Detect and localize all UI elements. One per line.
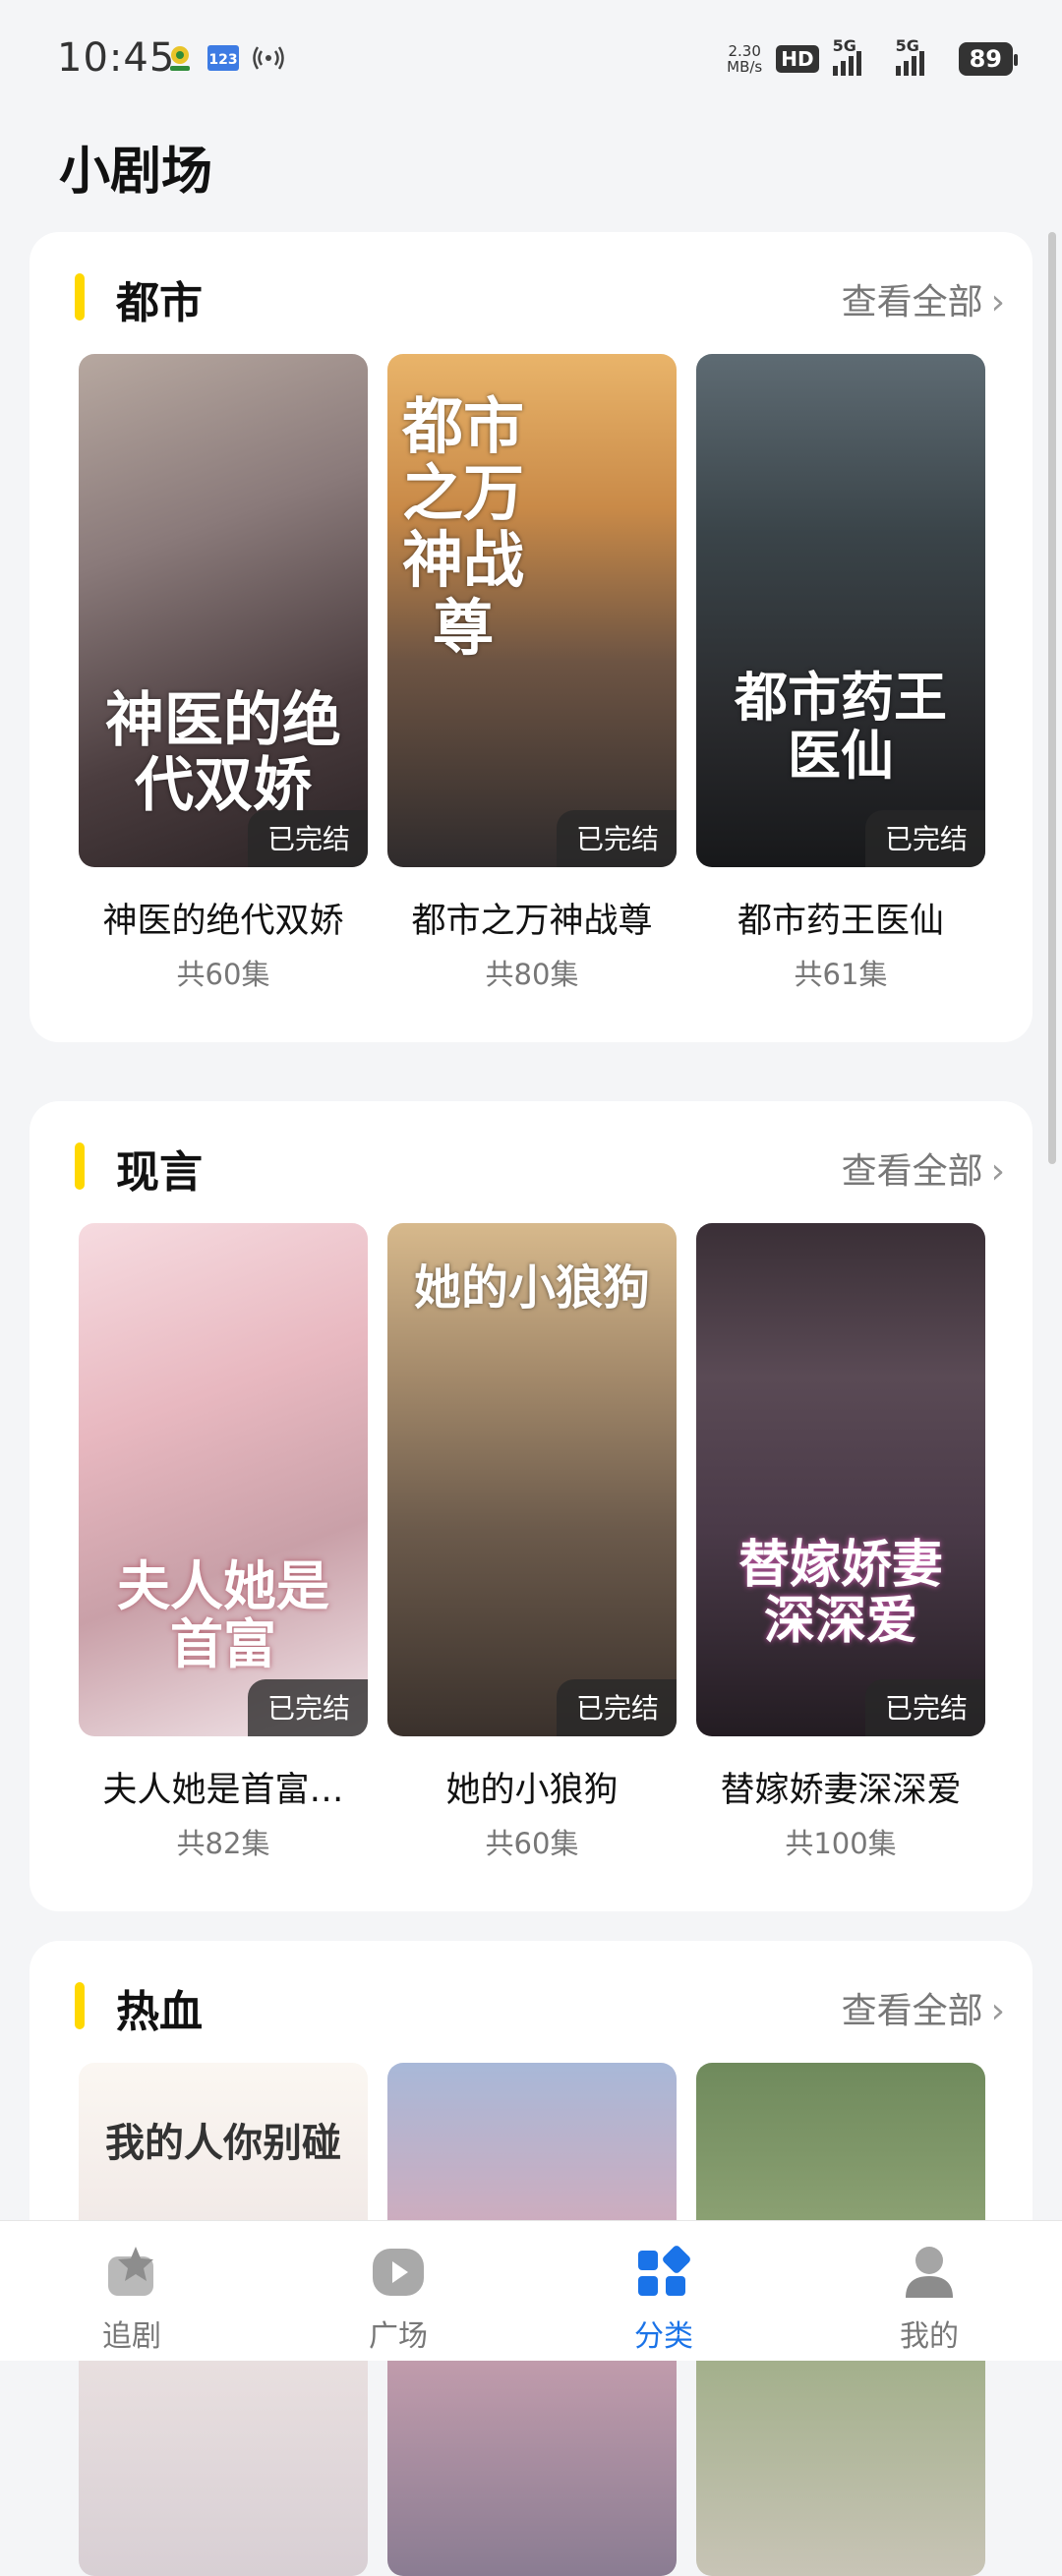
status-badge: 已完结 [864, 1679, 985, 1736]
episode-count: 共60集 [485, 1827, 579, 1860]
episode-count: 共61集 [794, 958, 888, 991]
page-title: 小剧场 [59, 143, 213, 202]
signal-1-label: 5G [832, 36, 856, 55]
drama-poster[interactable]: 替嫁娇妻深深爱 已完结 [696, 1223, 985, 1736]
chevron-right-icon: › [990, 1151, 1005, 1192]
hd-voice-badge: HD [776, 45, 819, 73]
tab-label: 追剧 [102, 2319, 161, 2354]
see-all-link[interactable]: 查看全部 › [842, 273, 1005, 324]
chevron-right-icon: › [990, 1991, 1005, 2031]
section-title: 热血 [116, 1987, 203, 2037]
see-all-label: 查看全部 [841, 282, 983, 322]
network-speed-unit: MB/s [727, 58, 763, 76]
status-bar: 10:45 123 2.30 MB/s HD 5G 5G 89 [0, 0, 1062, 118]
episode-count: 共82集 [176, 1827, 270, 1860]
tab-label: 广场 [369, 2319, 428, 2354]
section-card-xianyan: 现言 查看全部 › 夫人她是首富 已完结 夫人她是首富… 共82集 她的小狼狗 已… [30, 1101, 1032, 1911]
network-speed-value: 2.30 [728, 42, 761, 60]
drama-poster[interactable]: 都市之万神战尊 已完结 [387, 354, 677, 867]
chevron-right-icon: › [990, 282, 1005, 322]
drama-poster[interactable]: 神医的绝代双娇 已完结 [79, 354, 368, 867]
status-time: 10:45 [57, 35, 176, 81]
signal-strength-2-icon: 5G [895, 36, 945, 76]
keyboard-123-icon: 123 [207, 45, 239, 71]
poster-image [696, 1223, 985, 1736]
tab-zhuiju[interactable]: 追剧 [33, 2221, 230, 2361]
category-icon [638, 2246, 690, 2296]
episode-count: 共100集 [785, 1827, 897, 1860]
drama-title: 她的小狼狗 [445, 1771, 619, 1810]
scrollbar[interactable] [1048, 232, 1056, 1164]
section-header: 现言 查看全部 › [30, 1101, 1032, 1219]
status-badge: 已完结 [247, 1679, 368, 1736]
network-speed: 2.30 MB/s [727, 43, 762, 75]
status-badge: 已完结 [864, 810, 985, 867]
bottom-navigation: 追剧 广场 分类 我的 [0, 2220, 1062, 2361]
section-card-dushi: 都市 查看全部 › 神医的绝代双娇 已完结 神医的绝代双娇 共60集 都市之万神战… [30, 232, 1032, 1042]
poster-title-art: 神医的绝代双娇 [105, 686, 341, 820]
section-accent-bar [75, 1982, 85, 2029]
see-all-link[interactable]: 查看全部 › [842, 1142, 1005, 1194]
drama-title: 神医的绝代双娇 [102, 902, 344, 941]
hotspot-icon [253, 46, 284, 70]
status-badge: 已完结 [247, 810, 368, 867]
drama-title: 都市之万神战尊 [411, 902, 653, 941]
tab-guangchang[interactable]: 广场 [300, 2221, 497, 2361]
drama-title: 夫人她是首富… [102, 1771, 344, 1810]
tab-wode[interactable]: 我的 [831, 2221, 1028, 2361]
drama-poster[interactable]: 她的小狼狗 已完结 [387, 1223, 677, 1736]
section-header: 热血 查看全部 › [30, 1941, 1032, 2059]
star-icon [108, 2247, 153, 2296]
drama-title: 都市药王医仙 [737, 902, 944, 941]
signal-2-label: 5G [895, 36, 919, 55]
poster-title-art: 替嫁娇妻深深爱 [738, 1536, 943, 1652]
episode-count: 共60集 [176, 958, 270, 991]
see-all-link[interactable]: 查看全部 › [842, 1982, 1005, 2033]
status-badge: 已完结 [556, 1679, 677, 1736]
poster-image [696, 354, 985, 867]
tab-label: 分类 [634, 2319, 693, 2354]
section-title: 都市 [116, 278, 203, 328]
tab-label: 我的 [900, 2319, 959, 2354]
status-indicators: 2.30 MB/s HD 5G 5G 89 [727, 36, 1019, 79]
poster-title-art: 我的人你别碰 [105, 2121, 341, 2166]
play-icon [373, 2249, 424, 2296]
svg-text:123: 123 [208, 52, 237, 68]
see-all-label: 查看全部 [841, 1151, 983, 1192]
episode-count: 共80集 [485, 958, 579, 991]
poster-title-art: 都市之万神战尊 [401, 390, 524, 664]
profile-icon [906, 2247, 953, 2298]
section-accent-bar [75, 1142, 85, 1190]
drama-title: 替嫁娇妻深深爱 [720, 1771, 962, 1810]
drama-poster[interactable]: 夫人她是首富 已完结 [79, 1223, 368, 1736]
drama-poster[interactable]: 都市药王医仙 已完结 [696, 354, 985, 867]
section-header: 都市 查看全部 › [30, 232, 1032, 350]
signal-strength-1-icon: 5G [832, 36, 882, 76]
battery-indicator: 89 [958, 42, 1019, 76]
notification-app-icon [170, 46, 190, 71]
see-all-label: 查看全部 [841, 1991, 983, 2031]
section-title: 现言 [116, 1147, 203, 1198]
poster-title-art: 夫人她是首富 [117, 1555, 329, 1676]
status-badge: 已完结 [556, 810, 677, 867]
poster-title-art: 都市药王医仙 [735, 667, 947, 788]
poster-title-art: 她的小狼狗 [413, 1260, 650, 1316]
tab-fenlei[interactable]: 分类 [565, 2221, 762, 2361]
section-accent-bar [75, 273, 85, 321]
